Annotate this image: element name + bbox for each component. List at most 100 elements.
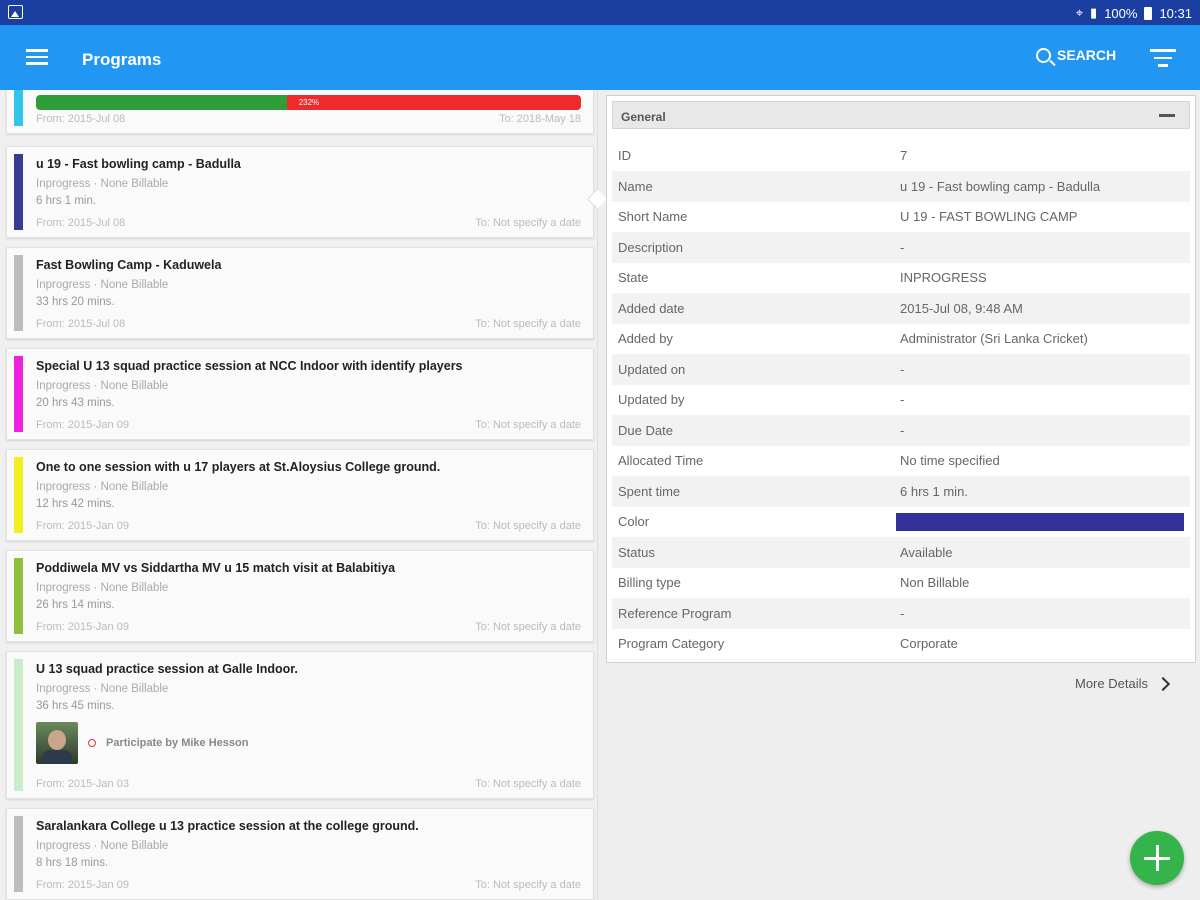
program-card[interactable]: Fast Bowling Camp - Kaduwela Inprogress … (6, 247, 594, 339)
program-color-stripe (14, 457, 23, 533)
program-duration: 12 hrs 42 mins. (36, 498, 115, 510)
program-detail-panel: General ID 7 Name u 19 - Fast bowling camp … (606, 95, 1196, 663)
detail-row: Allocated Time No time specified (612, 446, 1190, 477)
program-card[interactable]: Special U 13 squad practice session at N… (6, 348, 594, 440)
detail-value: INPROGRESS (900, 270, 987, 286)
gallery-icon (8, 5, 23, 19)
program-card[interactable]: U 13 squad practice session at Galle Ind… (6, 651, 594, 799)
program-card[interactable]: u 19 - Fast bowling camp - Badulla Inpro… (6, 146, 594, 238)
program-color-stripe (14, 659, 23, 791)
detail-value: - (900, 422, 905, 438)
detail-row: Short Name U 19 - FAST BOWLING CAMP (612, 202, 1190, 233)
program-meta: Inprogress · None Billable (36, 481, 169, 493)
from-date: From: 2015-Jan 09 (36, 419, 129, 431)
search-button[interactable]: SEARCH (1036, 47, 1116, 63)
signal-icon: ▮ (1090, 5, 1098, 20)
from-date: From: 2015-Jan 03 (36, 778, 129, 790)
detail-row: Spent time 6 hrs 1 min. (612, 476, 1190, 507)
add-program-button[interactable] (1130, 831, 1184, 885)
program-meta: Inprogress · None Billable (36, 683, 169, 695)
program-meta: Inprogress · None Billable (36, 380, 169, 392)
detail-row: Status Available (612, 537, 1190, 568)
detail-key: Description (618, 239, 684, 255)
detail-row: ID 7 (612, 141, 1190, 172)
participant: Participate by Mike Hesson (36, 722, 248, 764)
detail-color-value (896, 512, 1190, 531)
to-date: To: Not specify a date (475, 217, 581, 229)
battery-percent: 100% (1104, 5, 1138, 21)
progress-bar: 232% (36, 95, 581, 110)
program-color-stripe (14, 255, 23, 331)
detail-row: Added by Administrator (Sri Lanka Cricket… (612, 324, 1190, 355)
more-details-label: More Details (1075, 676, 1148, 691)
detail-key: Updated by (618, 392, 685, 408)
section-header[interactable]: General (612, 101, 1190, 129)
program-meta: Inprogress · None Billable (36, 582, 169, 594)
detail-value: - (900, 361, 905, 377)
program-meta: Inprogress · None Billable (36, 840, 169, 852)
detail-row: Due Date - (612, 415, 1190, 446)
progress-complete (36, 95, 287, 110)
collapse-icon[interactable] (1159, 114, 1175, 117)
detail-row: Name u 19 - Fast bowling camp - Badulla (612, 171, 1190, 202)
search-label: SEARCH (1057, 47, 1117, 63)
more-details-link[interactable]: More Details (1075, 676, 1171, 691)
menu-icon[interactable] (26, 49, 48, 65)
color-swatch (896, 512, 1184, 531)
detail-key: Reference Program (618, 605, 732, 621)
program-list[interactable]: 232% From: 2015-Jul 08 To: 2018-May 18 u… (0, 90, 598, 900)
status-bar: ⌖ ▮ 100% 10:31 (0, 0, 1200, 25)
search-icon (1036, 47, 1051, 63)
from-date: From: 2015-Jan 09 (36, 621, 129, 633)
detail-row: Billing type Non Billable (612, 568, 1190, 599)
detail-key: Added date (618, 300, 685, 316)
detail-key: Color (618, 514, 650, 530)
detail-value: U 19 - FAST BOWLING CAMP (900, 209, 1078, 225)
program-card[interactable]: One to one session with u 17 players at … (6, 449, 594, 541)
to-date: To: Not specify a date (475, 318, 581, 330)
detail-value: - (900, 239, 905, 255)
detail-row: Updated on - (612, 354, 1190, 385)
detail-key: Program Category (618, 636, 725, 652)
filter-icon[interactable] (1150, 49, 1176, 67)
detail-value: - (900, 605, 905, 621)
detail-row: Reference Program - (612, 598, 1190, 629)
from-date: From: 2015-Jul 08 (36, 113, 126, 125)
program-meta: Inprogress · None Billable (36, 178, 169, 190)
detail-key: Short Name (618, 209, 688, 225)
detail-key: Status (618, 544, 655, 560)
detail-value: Available (900, 544, 953, 560)
detail-row: Description - (612, 232, 1190, 263)
program-title: One to one session with u 17 players at … (36, 460, 441, 474)
avatar (36, 722, 78, 764)
from-date: From: 2015-Jul 08 (36, 318, 126, 330)
detail-key: Name (618, 178, 653, 194)
detail-value: 6 hrs 1 min. (900, 483, 968, 499)
program-meta: Inprogress · None Billable (36, 279, 169, 291)
detail-key: Allocated Time (618, 453, 704, 469)
program-card[interactable]: Poddiwela MV vs Siddartha MV u 15 match … (6, 550, 594, 642)
program-card-top[interactable]: 232% From: 2015-Jul 08 To: 2018-May 18 (6, 90, 594, 134)
program-title: Fast Bowling Camp - Kaduwela (36, 258, 222, 272)
program-card[interactable]: Saralankara College u 13 practice sessio… (6, 808, 594, 900)
program-color-stripe (14, 90, 23, 126)
remove-participant-icon[interactable] (88, 739, 96, 747)
program-duration: 8 hrs 18 mins. (36, 857, 109, 869)
detail-key: ID (618, 148, 631, 164)
detail-value: - (900, 392, 905, 408)
app-bar: Programs SEARCH (0, 25, 1200, 90)
detail-value: u 19 - Fast bowling camp - Badulla (900, 178, 1101, 194)
page-title: Programs (82, 50, 162, 69)
to-date: To: Not specify a date (475, 520, 581, 532)
participant-label: Participate by Mike Hesson (106, 737, 249, 749)
progress-label: 232% (298, 98, 320, 107)
to-date: To: Not specify a date (475, 778, 581, 790)
detail-row: Updated by - (612, 385, 1190, 416)
detail-row: State INPROGRESS (612, 263, 1190, 294)
detail-key: Billing type (618, 575, 681, 591)
to-date: To: Not specify a date (475, 419, 581, 431)
program-duration: 26 hrs 14 mins. (36, 599, 115, 611)
detail-value: Corporate (900, 636, 958, 652)
from-date: From: 2015-Jan 09 (36, 520, 129, 532)
to-date: To: 2018-May 18 (499, 113, 581, 125)
